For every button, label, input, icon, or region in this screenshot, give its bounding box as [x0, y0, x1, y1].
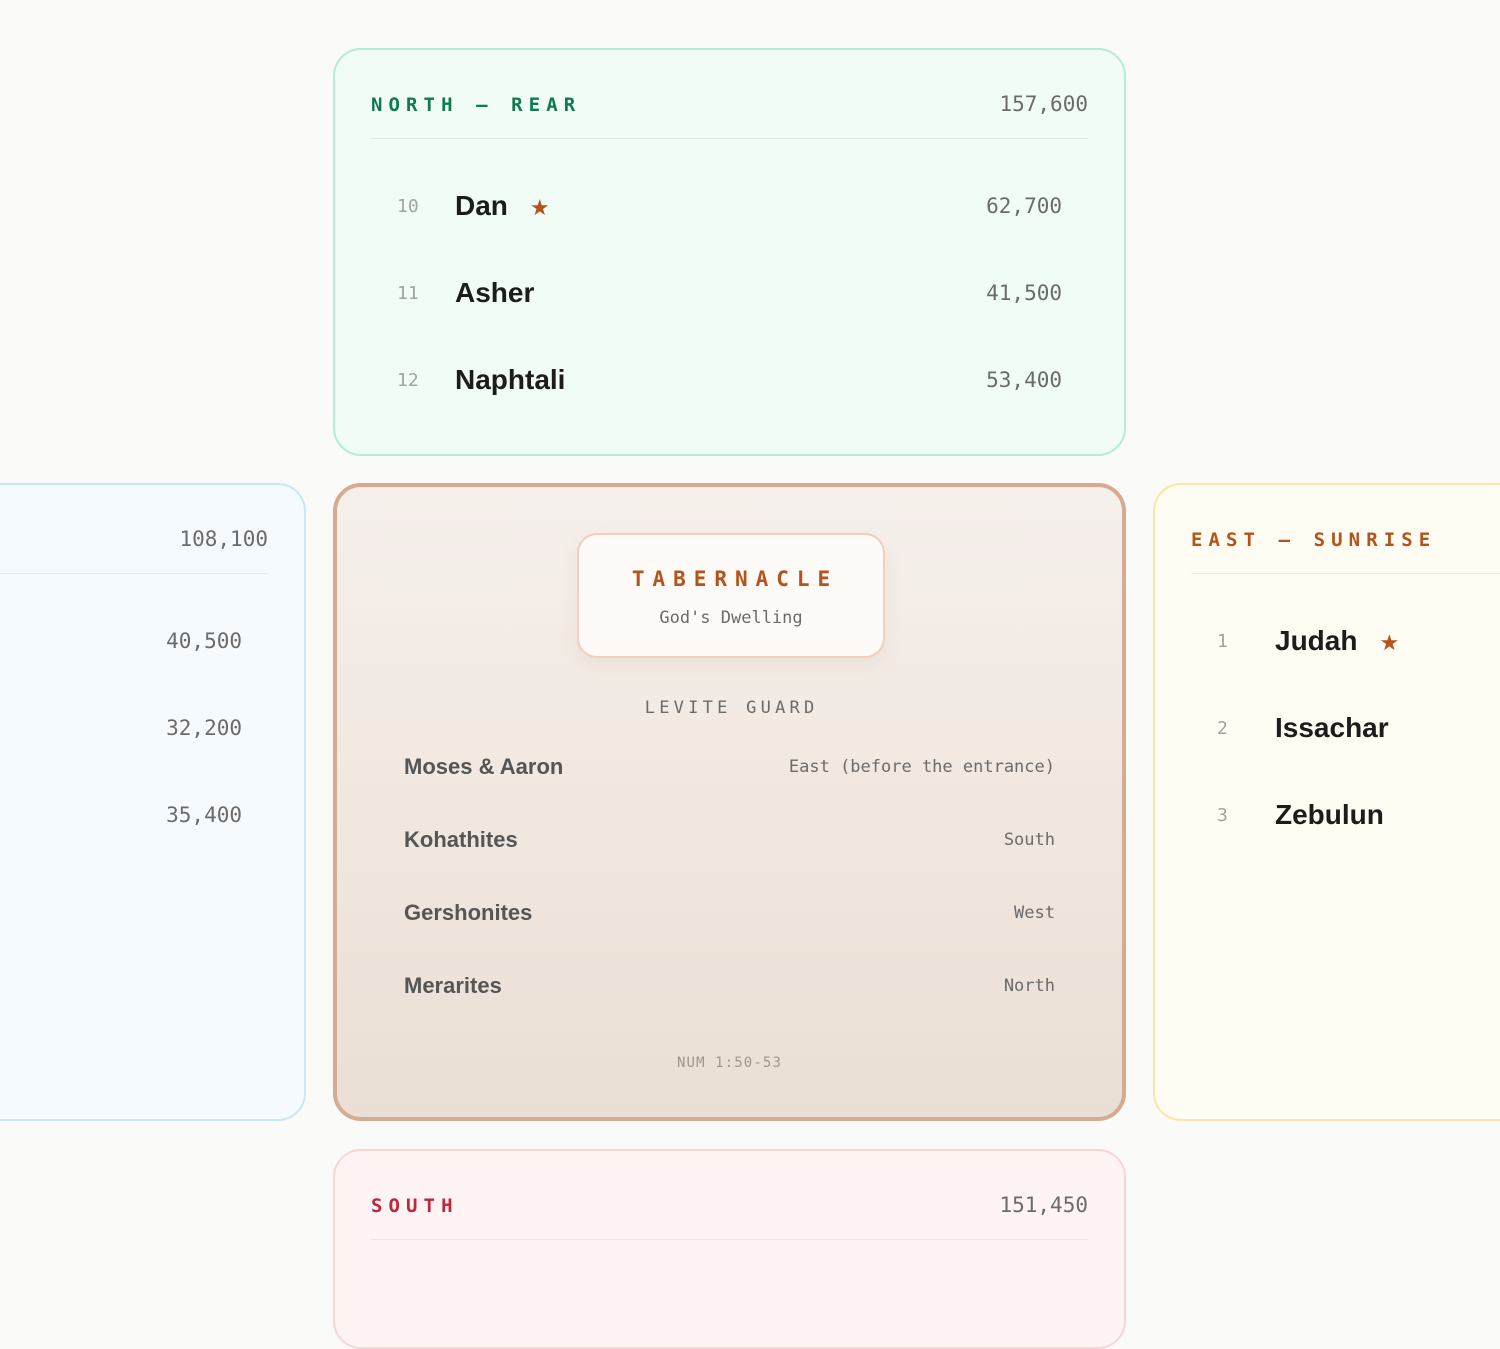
guard-position: South [1003, 830, 1055, 850]
guard-position: North [1003, 976, 1055, 996]
tabernacle-subtitle: God's Dwelling [659, 608, 803, 628]
south-card-total: 151,450 [999, 1193, 1088, 1217]
tribe-name: Judah ★ [1275, 625, 1400, 656]
tribe-name: Issachar [1275, 712, 1389, 743]
tribe-count: 32,200 [166, 716, 242, 740]
guard-position: West [1014, 903, 1055, 923]
south-card-header: SOUTH 151,450 [371, 1191, 1088, 1240]
star-icon: ★ [1379, 630, 1400, 655]
tribe-number: 10 [397, 196, 419, 217]
guard-name: Merarites [404, 973, 502, 998]
south-camp-card: SOUTH 151,450 [333, 1149, 1126, 1349]
tribe-count: 53,400 [986, 368, 1062, 392]
tribe-count: 35,400 [166, 803, 242, 827]
guard-row: Merarites North [404, 965, 1055, 1005]
west-card-header: 108,100 [0, 525, 268, 574]
tribe-name: Asher [455, 277, 535, 308]
west-camp-card: 108,100 ★ 40,500 32,200 35,400 [0, 483, 306, 1121]
east-card-header: EAST — SUNRISE [1191, 525, 1500, 574]
guard-row: Gershonites West [404, 892, 1055, 932]
tribe-name: Dan ★ [455, 190, 550, 221]
guard-name: Kohathites [404, 827, 518, 852]
tribe-number: 1 [1217, 631, 1228, 652]
east-card-title: EAST — SUNRISE [1191, 529, 1437, 551]
guard-name: Gershonites [404, 900, 533, 925]
north-card-header: NORTH — REAR 157,600 [371, 90, 1088, 139]
north-card-total: 157,600 [999, 92, 1088, 116]
tribe-number: 2 [1217, 718, 1228, 739]
guard-row: Moses & Aaron East (before the entrance) [404, 746, 1055, 786]
scripture-reference: NUM 1:50-53 [676, 1055, 783, 1071]
levite-guard-label: LEVITE GUARD [644, 698, 819, 718]
east-camp-card: EAST — SUNRISE 1 Judah ★ 2 Issachar 3 Zeb… [1153, 483, 1500, 1121]
tabernacle-box: TABERNACLE God's Dwelling [577, 533, 885, 658]
tribe-row-issachar[interactable]: 2 Issachar [1217, 710, 1489, 750]
tribe-row-naphtali[interactable]: 12 Naphtali 53,400 [397, 362, 1062, 402]
west-card-total: 108,100 [179, 527, 268, 551]
tribe-number: 3 [1217, 805, 1228, 826]
tribe-name: Zebulun [1275, 799, 1384, 830]
tribe-number: 11 [397, 283, 419, 304]
guard-position: East (before the entrance) [788, 757, 1055, 777]
tribe-row-judah[interactable]: 1 Judah ★ [1217, 623, 1489, 663]
tribe-row-dan[interactable]: 10 Dan ★ 62,700 [397, 188, 1062, 228]
tribe-row-zebulun[interactable]: 3 Zebulun [1217, 797, 1489, 837]
guard-row: Kohathites South [404, 819, 1055, 859]
tribe-name: Naphtali [455, 364, 566, 395]
tribe-count: 41,500 [986, 281, 1062, 305]
tabernacle-card: TABERNACLE God's Dwelling LEVITE GUARD M… [333, 483, 1126, 1121]
south-card-title: SOUTH [371, 1195, 459, 1217]
tribe-row-asher[interactable]: 11 Asher 41,500 [397, 275, 1062, 315]
north-card-title: NORTH — REAR [371, 94, 582, 116]
guard-name: Moses & Aaron [404, 754, 564, 779]
tabernacle-title: TABERNACLE [631, 567, 839, 591]
star-icon: ★ [529, 195, 550, 220]
tribe-count: 62,700 [986, 194, 1062, 218]
tribe-count: 40,500 [166, 629, 242, 653]
tribe-number: 12 [397, 370, 419, 391]
north-camp-card: NORTH — REAR 157,600 10 Dan ★ 62,700 11 A… [333, 48, 1126, 456]
